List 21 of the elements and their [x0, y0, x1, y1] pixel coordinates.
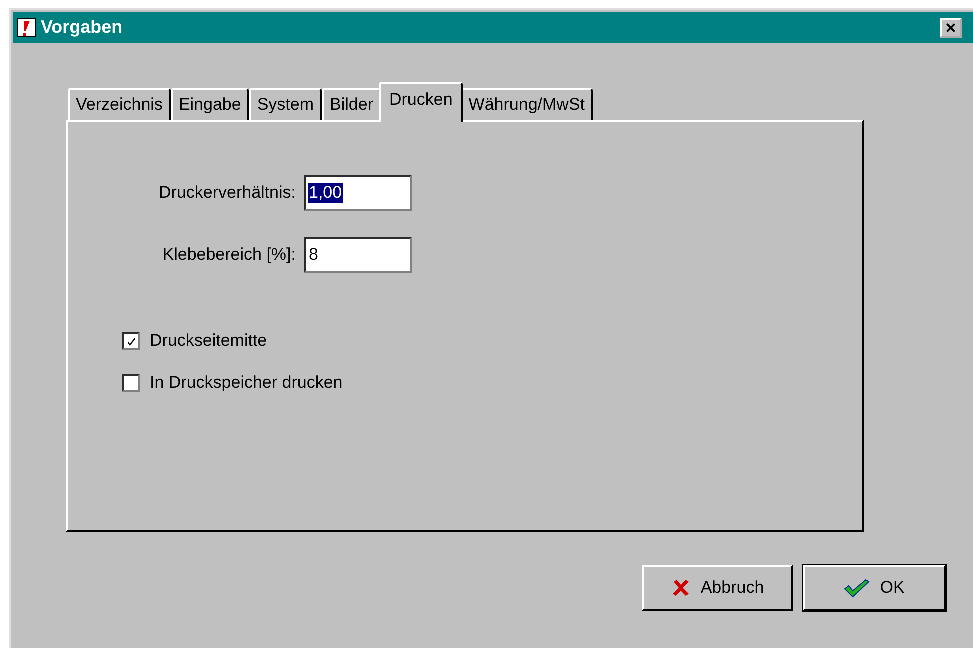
field-label: Druckerverhältnis:: [159, 183, 296, 203]
input-field[interactable]: 8: [304, 237, 412, 273]
close-button[interactable]: ×: [940, 18, 962, 38]
tab[interactable]: Bilder: [322, 88, 382, 120]
tab[interactable]: System: [249, 88, 322, 120]
exclamation-icon: [17, 18, 37, 38]
cancel-button[interactable]: Abbruch: [642, 565, 793, 611]
ok-button[interactable]: OK: [803, 565, 946, 611]
checkbox[interactable]: [122, 332, 140, 350]
checkbox-label[interactable]: In Druckspeicher drucken: [150, 373, 343, 393]
cross-icon: [670, 578, 691, 598]
tab[interactable]: Währung/MwSt: [460, 88, 593, 120]
window-title: Vorgaben: [41, 17, 123, 38]
field-label: Klebebereich [%]:: [162, 245, 296, 265]
checkmark-icon: [844, 578, 870, 598]
checkbox-label[interactable]: Druckseitemitte: [150, 331, 268, 351]
tab[interactable]: Drucken: [379, 82, 463, 122]
checkbox[interactable]: [122, 374, 140, 392]
tab[interactable]: Verzeichnis: [68, 88, 171, 120]
input-field[interactable]: 1,00: [304, 175, 412, 211]
tab[interactable]: Eingabe: [170, 88, 250, 120]
